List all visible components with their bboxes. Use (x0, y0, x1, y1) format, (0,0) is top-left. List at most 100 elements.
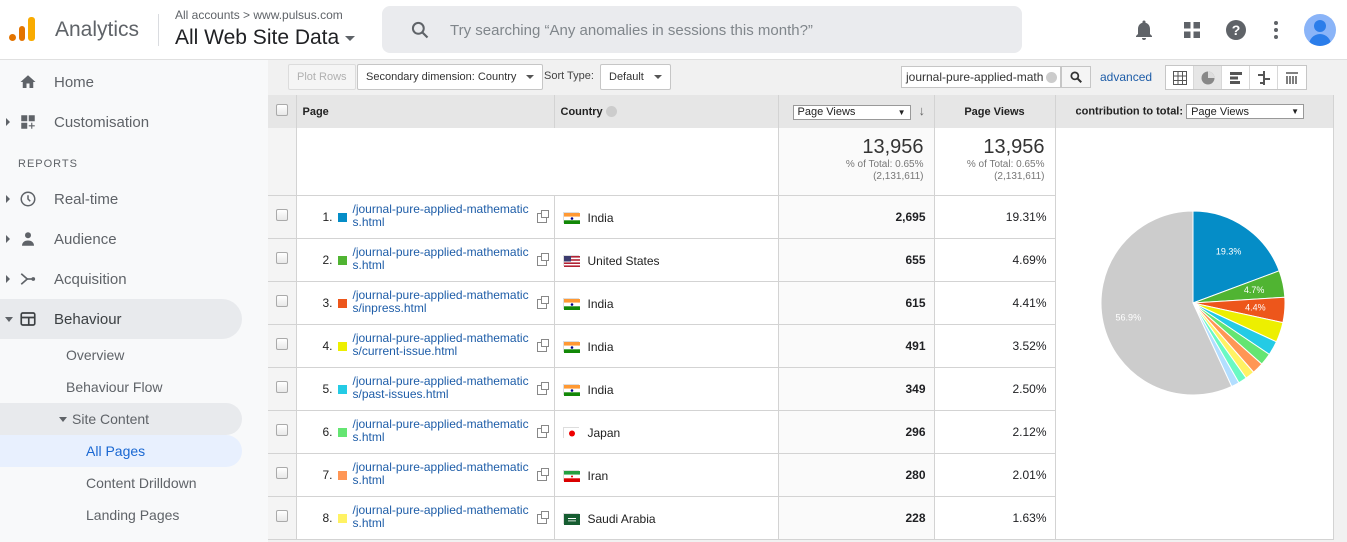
row-checkbox[interactable] (275, 252, 288, 264)
page-link[interactable]: /journal-pure-applied-mathematics/curren… (353, 331, 533, 358)
row-checkbox[interactable] (275, 338, 288, 350)
sidebar-item-customisation[interactable]: Customisation (0, 102, 242, 142)
data-table-view-button[interactable] (1166, 66, 1194, 89)
column-label: Country (560, 105, 603, 118)
sidebar-item-landing-pages[interactable]: Landing Pages (0, 499, 242, 531)
select-all-checkbox[interactable] (275, 104, 288, 116)
page-column-header[interactable]: Page (296, 95, 555, 128)
row-rank: 5. (322, 381, 333, 396)
sidebar-item-audience[interactable]: Audience (0, 219, 242, 259)
page-cell: 8. /journal-pure-applied-mathematics.html (296, 496, 555, 540)
collapse-arrow-icon (5, 316, 13, 322)
sidebar: Home Customisation REPORTS Real-time Aud… (0, 60, 268, 542)
metric-select[interactable]: Page Views ▼ (792, 104, 911, 120)
clear-filter-icon[interactable] (1046, 72, 1057, 83)
sidebar-item-overview[interactable]: Overview (0, 339, 242, 371)
bell-icon[interactable] (1132, 18, 1156, 42)
sidebar-label: Home (54, 73, 95, 91)
sort-type-dropdown[interactable]: Default (600, 64, 671, 90)
open-external-icon[interactable] (536, 510, 549, 524)
apps-grid-icon[interactable] (1180, 18, 1204, 42)
sidebar-label: Content Drilldown (86, 475, 197, 491)
percentage-view-button[interactable] (1194, 66, 1222, 89)
open-external-icon[interactable] (536, 424, 549, 438)
analytics-logo-icon[interactable] (8, 16, 38, 44)
search-bar[interactable]: Try searching “Any anomalies in sessions… (382, 6, 1022, 53)
open-external-icon[interactable] (536, 295, 549, 309)
advanced-filter-link[interactable]: advanced (1100, 70, 1152, 84)
sidebar-item-behaviour-flow[interactable]: Behaviour Flow (0, 371, 242, 403)
page-link[interactable]: /journal-pure-applied-mathematics/past-i… (353, 374, 533, 401)
sort-descending-icon[interactable]: ↓ (919, 103, 926, 118)
person-icon (22, 232, 34, 246)
page-cell: 5. /journal-pure-applied-mathematics/past… (296, 367, 555, 411)
flag-in-icon (562, 383, 580, 396)
page-link[interactable]: /journal-pure-applied-mathematics.html (353, 245, 533, 272)
row-checkbox[interactable] (275, 467, 288, 479)
filter-search-button[interactable] (1061, 66, 1091, 88)
pie-data-label: 4.7% (1244, 285, 1265, 295)
table-filter-input[interactable]: journal-pure-applied-math (901, 66, 1061, 88)
sidebar-item-content-drilldown[interactable]: Content Drilldown (0, 467, 242, 499)
expand-arrow-icon (6, 195, 10, 203)
row-checkbox[interactable] (275, 381, 288, 393)
pie-data-label: 56.9% (1116, 312, 1142, 322)
country-name[interactable]: Japan (588, 426, 621, 440)
series-color-swatch (337, 513, 347, 523)
sidebar-item-realtime[interactable]: Real-time (0, 179, 242, 219)
country-name[interactable]: India (588, 383, 614, 397)
plot-rows-button[interactable]: Plot Rows (288, 64, 356, 90)
row-select-cell (268, 195, 297, 239)
sidebar-item-site-content[interactable]: Site Content (0, 403, 242, 435)
sidebar-item-home[interactable]: Home (0, 62, 242, 102)
row-checkbox[interactable] (275, 510, 288, 522)
remove-dimension-icon[interactable] (605, 106, 617, 118)
row-checkbox[interactable] (275, 424, 288, 436)
pageviews-column-header[interactable]: Page Views (934, 95, 1056, 128)
country-name[interactable]: India (588, 211, 614, 225)
country-name[interactable]: Iran (588, 469, 609, 483)
secondary-dimension-dropdown[interactable]: Secondary dimension: Country (357, 64, 544, 90)
sidebar-item-behaviour[interactable]: Behaviour (0, 299, 242, 339)
country-name[interactable]: India (588, 340, 614, 354)
open-external-icon[interactable] (536, 338, 549, 352)
flag-in-icon (562, 340, 580, 353)
account-breadcrumb[interactable]: All accounts > www.pulsus.com (175, 8, 343, 22)
country-name[interactable]: Saudi Arabia (588, 512, 656, 526)
help-icon[interactable]: ? (1224, 18, 1248, 42)
select-all-cell (268, 95, 297, 128)
page-link[interactable]: /journal-pure-applied-mathematics.html (353, 460, 533, 487)
pie-data-label: 19.3% (1216, 247, 1242, 257)
contribution-metric-select[interactable]: Page Views ▼ (1186, 104, 1305, 119)
pie-data-label: 4.4% (1245, 303, 1266, 313)
acquisition-icon (20, 273, 36, 285)
open-external-icon[interactable] (536, 209, 549, 223)
country-name[interactable]: India (588, 297, 614, 311)
open-external-icon[interactable] (536, 467, 549, 481)
flag-ir-icon (562, 469, 580, 482)
row-checkbox[interactable] (275, 295, 288, 307)
totals-row: 13,956 % of Total: 0.65% (2,131,611) 13,… (268, 128, 1334, 196)
page-link[interactable]: /journal-pure-applied-mathematics/inpres… (353, 288, 533, 315)
comparison-view-button[interactable] (1250, 66, 1278, 89)
page-link[interactable]: /journal-pure-applied-mathematics.html (353, 202, 533, 229)
country-column-header[interactable]: Country (554, 95, 779, 128)
open-external-icon[interactable] (536, 252, 549, 266)
total-value: 13,956 (983, 136, 1045, 158)
page-link[interactable]: /journal-pure-applied-mathematics.html (353, 417, 533, 444)
behaviour-icon (20, 312, 36, 326)
sidebar-item-acquisition[interactable]: Acquisition (0, 259, 242, 299)
pivot-view-button[interactable] (1278, 66, 1306, 89)
account-avatar-icon[interactable] (1304, 14, 1336, 46)
sidebar-label: Landing Pages (86, 507, 180, 523)
sidebar-item-all-pages[interactable]: All Pages (0, 435, 242, 467)
country-name[interactable]: United States (588, 254, 660, 268)
series-color-swatch (337, 255, 347, 265)
performance-view-button[interactable] (1222, 66, 1250, 89)
table-toolbar: Plot Rows Secondary dimension: Country S… (268, 60, 1347, 95)
open-external-icon[interactable] (536, 381, 549, 395)
property-selector[interactable]: All Web Site Data (175, 26, 356, 50)
page-link[interactable]: /journal-pure-applied-mathematics.html (353, 503, 533, 530)
row-checkbox[interactable] (275, 209, 288, 221)
more-vert-icon[interactable] (1264, 18, 1288, 42)
